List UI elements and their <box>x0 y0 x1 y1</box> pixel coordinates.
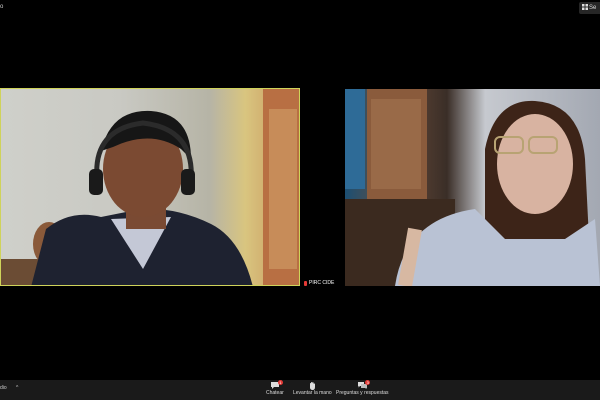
video-tile-participant[interactable] <box>345 89 600 286</box>
participant-name-tag: PIRC CIDE <box>304 280 334 286</box>
view-label: Se <box>589 5 597 11</box>
participant-video-frame <box>345 89 600 286</box>
top-bar: o Se <box>0 0 600 18</box>
chat-button[interactable]: 1 Chatear <box>266 380 284 396</box>
video-tile-speaker[interactable] <box>0 88 300 286</box>
audio-options-chevron-icon[interactable]: ^ <box>16 385 18 391</box>
raise-hand-label: Levantar la mano <box>293 390 332 396</box>
raise-hand-button[interactable]: Levantar la mano <box>293 381 332 396</box>
meeting-toolbar: dio ^ 1 Chatear Levantar la mano 3 Pregu… <box>0 380 600 400</box>
audio-label[interactable]: dio <box>0 385 7 391</box>
mic-muted-icon <box>304 280 307 286</box>
qa-badge: 3 <box>365 380 371 385</box>
qa-label: Preguntas y respuestas <box>336 390 389 396</box>
qa-button[interactable]: 3 Preguntas y respuestas <box>336 380 389 396</box>
view-button[interactable]: Se <box>579 2 600 14</box>
top-left-text: o <box>0 4 4 10</box>
qa-icon: 3 <box>357 380 371 390</box>
speaker-video-frame <box>1 89 299 285</box>
grid-icon <box>582 4 588 12</box>
chat-label: Chatear <box>266 390 284 396</box>
chat-icon: 1 <box>270 380 283 390</box>
hand-icon <box>307 381 317 390</box>
participant-name: PIRC CIDE <box>309 280 335 286</box>
chat-badge: 1 <box>277 380 283 385</box>
